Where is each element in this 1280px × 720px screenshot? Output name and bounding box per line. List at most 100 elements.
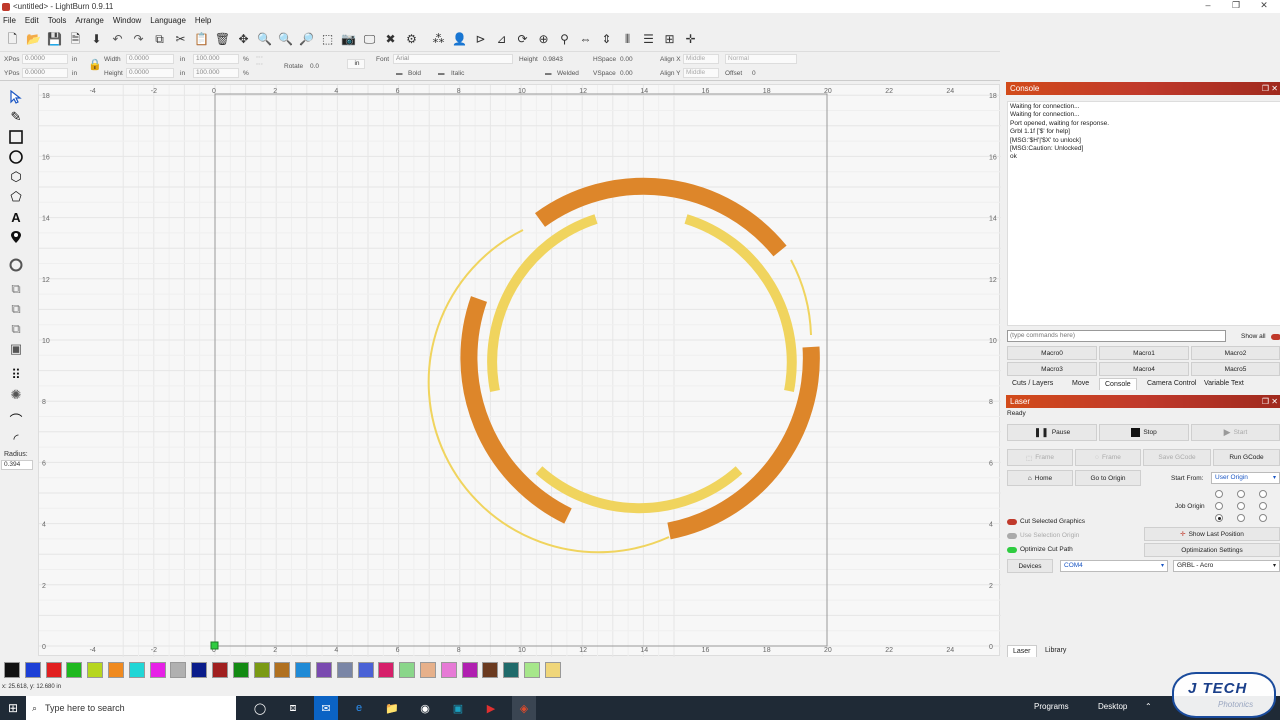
palette-swatch[interactable] (128, 662, 145, 678)
cut-icon[interactable]: ✂ (171, 30, 190, 49)
macro0-button[interactable]: Macro0 (1007, 346, 1097, 360)
desktop-label[interactable]: Desktop (1098, 702, 1127, 711)
rectangle-icon[interactable] (7, 128, 25, 146)
bold-checkbox[interactable]: ▬ (396, 70, 403, 77)
new-file-icon[interactable]: 🗋 (3, 30, 22, 49)
zoom-out-icon[interactable]: 🔍 (276, 30, 295, 49)
cortana-icon[interactable]: ◯ (248, 696, 272, 720)
palette-swatch[interactable] (482, 662, 499, 678)
macro3-button[interactable]: Macro3 (1007, 362, 1097, 376)
italic-checkbox[interactable]: ▬ (438, 70, 445, 77)
cut-selected-toggle[interactable] (1007, 519, 1017, 525)
home-button[interactable]: ⌂ Home (1007, 470, 1073, 486)
palette-swatch[interactable] (107, 662, 124, 678)
font-height-value[interactable]: 0.9843 (543, 56, 563, 63)
import-icon[interactable]: ⬇ (87, 30, 106, 49)
align-v-icon[interactable]: ⇕ (597, 30, 616, 49)
macro4-button[interactable]: Macro4 (1099, 362, 1189, 376)
menu-edit[interactable]: Edit (22, 16, 45, 25)
camera-icon[interactable]: 📷 (339, 30, 358, 49)
job-origin-tl[interactable] (1215, 490, 1223, 498)
boolean-subtract-icon[interactable]: ⧉ (7, 300, 25, 318)
copy-icon[interactable]: ⧉ (150, 30, 169, 49)
laser-dock-float-close-icon[interactable]: ❐ ✕ (1262, 395, 1278, 408)
edge-icon[interactable]: e (347, 696, 371, 720)
vspace-value[interactable]: 0.00 (620, 70, 633, 77)
go-to-origin-button[interactable]: Go to Origin (1075, 470, 1141, 486)
move-icon[interactable]: ✥ (234, 30, 253, 49)
run-gcode-button[interactable]: Run GCode (1213, 449, 1280, 466)
palette-swatch[interactable] (523, 662, 540, 678)
palette-swatch[interactable] (378, 662, 395, 678)
lock-icon[interactable]: 🔒 (88, 58, 102, 71)
palette-swatch[interactable] (253, 662, 270, 678)
monitor-icon[interactable]: 🖵 (360, 30, 379, 49)
grid-array-icon[interactable]: ⠿ (7, 366, 25, 384)
position-laser-icon[interactable] (7, 228, 25, 246)
show-all-toggle[interactable] (1271, 334, 1280, 340)
palette-swatch[interactable] (149, 662, 166, 678)
group-icon[interactable]: ⁂ (429, 30, 448, 49)
menu-help[interactable]: Help (192, 16, 217, 25)
palette-swatch[interactable] (295, 662, 312, 678)
programs-label[interactable]: Programs (1034, 702, 1069, 711)
palette-swatch[interactable] (419, 662, 436, 678)
palette-swatch[interactable] (461, 662, 478, 678)
paste-icon[interactable]: 📋 (192, 30, 211, 49)
user-icon[interactable]: 👤 (450, 30, 469, 49)
app-monitor-icon[interactable]: ▣ (446, 696, 470, 720)
align-x-select[interactable]: Middle (683, 54, 719, 64)
frame-round-button[interactable]: ◌ Frame (1075, 449, 1141, 466)
macro2-button[interactable]: Macro2 (1191, 346, 1280, 360)
rotate-icon[interactable]: ⟳ (513, 30, 532, 49)
palette-swatch[interactable] (544, 662, 561, 678)
devices-button[interactable]: Devices (1007, 559, 1053, 573)
palette-swatch[interactable] (315, 662, 332, 678)
xpos-input[interactable]: 0.0000 (22, 54, 68, 64)
weld-icon[interactable]: ▣ (7, 340, 25, 358)
pentagon-icon[interactable]: ⬠ (7, 188, 25, 206)
align-y-select[interactable]: Middle (683, 68, 719, 78)
outlook-icon[interactable]: ✉ (314, 696, 338, 720)
font-select[interactable]: Arial (393, 54, 513, 64)
close-button[interactable]: ✕ (1250, 0, 1278, 13)
show-all-label[interactable]: Show all (1241, 333, 1266, 340)
palette-swatch[interactable] (232, 662, 249, 678)
open-folder-icon[interactable]: 📂 (24, 30, 43, 49)
ring-design[interactable] (427, 177, 820, 554)
macro1-button[interactable]: Macro1 (1099, 346, 1189, 360)
job-origin-bl[interactable] (1215, 514, 1223, 522)
height-input[interactable]: 0.0000 (126, 68, 174, 78)
menu-language[interactable]: Language (147, 16, 192, 25)
chrome-icon[interactable]: ◉ (413, 696, 437, 720)
tab-library[interactable]: Library (1040, 645, 1071, 657)
yellow-arc-bottom[interactable] (535, 466, 743, 514)
show-last-position-button[interactable]: ✛ Show Last Position (1144, 527, 1280, 541)
job-origin-mc[interactable] (1237, 502, 1245, 510)
units-toggle-button[interactable]: in (347, 59, 365, 69)
macro5-button[interactable]: Macro5 (1191, 362, 1280, 376)
restore-button[interactable]: ❐ (1222, 0, 1250, 13)
save-as-icon[interactable]: 🗎 (66, 30, 85, 49)
job-origin-mr[interactable] (1259, 502, 1267, 510)
minimize-button[interactable]: – (1194, 0, 1222, 13)
tab-cuts-layers[interactable]: Cuts / Layers (1007, 378, 1058, 390)
align-center-icon[interactable]: ⊕ (534, 30, 553, 49)
boolean-union-icon[interactable]: ⧉ (7, 280, 25, 298)
align-h-icon[interactable]: ⇔ (576, 30, 595, 49)
welded-checkbox[interactable]: ▬ (545, 70, 552, 77)
tab-laser[interactable]: Laser (1007, 645, 1037, 657)
distribute-v-icon[interactable]: ☰ (639, 30, 658, 49)
menu-window[interactable]: Window (110, 16, 147, 25)
boolean-intersect-icon[interactable]: ⧉ (7, 320, 25, 338)
job-origin-tr[interactable] (1259, 490, 1267, 498)
palette-swatch[interactable] (211, 662, 228, 678)
tab-variable-text[interactable]: Variable Text (1199, 378, 1249, 390)
palette-swatch[interactable] (274, 662, 291, 678)
ellipse-icon[interactable] (7, 148, 25, 166)
palette-swatch[interactable] (170, 662, 187, 678)
zoom-fit-icon[interactable]: 🔎 (297, 30, 316, 49)
taskbar-search[interactable]: ⌕ Type here to search (26, 696, 236, 720)
file-explorer-icon[interactable]: 📁 (380, 696, 404, 720)
job-origin-tc[interactable] (1237, 490, 1245, 498)
